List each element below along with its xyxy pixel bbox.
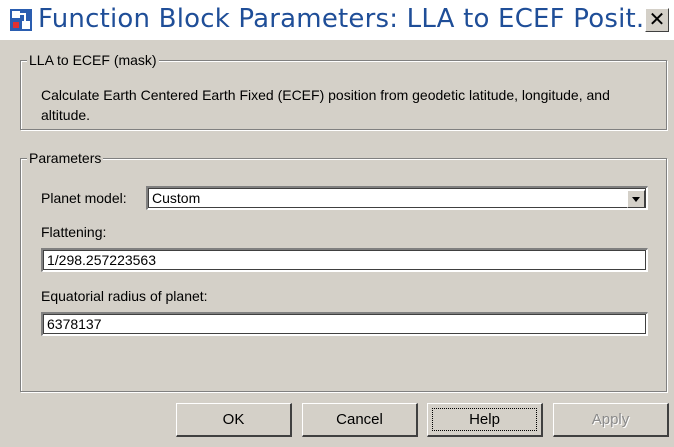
ok-button[interactable]: OK xyxy=(176,403,292,437)
window-title: Function Block Parameters: LLA to ECEF P… xyxy=(38,4,662,34)
apply-button[interactable]: Apply xyxy=(553,403,669,437)
focus-indicator xyxy=(432,408,537,431)
planet-model-label: Planet model: xyxy=(41,190,127,206)
flattening-field[interactable]: 1/298.257223563 xyxy=(41,248,648,272)
help-button[interactable]: Help xyxy=(427,403,543,437)
cancel-button[interactable]: Cancel xyxy=(302,403,418,437)
flattening-value: 1/298.257223563 xyxy=(47,252,156,268)
simulink-block-icon xyxy=(10,9,32,31)
dialog-window: Function Block Parameters: LLA to ECEF P… xyxy=(0,0,674,447)
mask-group-title: LLA to ECEF (mask) xyxy=(27,52,159,68)
equatorial-radius-label: Equatorial radius of planet: xyxy=(41,288,208,304)
close-icon: ✕ xyxy=(648,9,666,31)
equatorial-radius-value: 6378137 xyxy=(47,316,102,332)
close-button[interactable]: ✕ xyxy=(645,8,669,32)
flattening-label: Flattening: xyxy=(41,224,107,240)
parameters-group: Parameters Planet model: Custom Flatteni… xyxy=(20,150,667,392)
parameters-group-title: Parameters xyxy=(27,150,104,166)
chevron-down-icon[interactable] xyxy=(627,190,645,208)
mask-description-group: LLA to ECEF (mask) Calculate Earth Cente… xyxy=(20,52,667,130)
title-bar[interactable]: Function Block Parameters: LLA to ECEF P… xyxy=(0,0,674,40)
planet-model-value: Custom xyxy=(152,190,201,206)
equatorial-radius-field[interactable]: 6378137 xyxy=(41,312,648,336)
mask-description-text: Calculate Earth Centered Earth Fixed (EC… xyxy=(41,87,610,123)
planet-model-select[interactable]: Custom xyxy=(146,186,648,210)
